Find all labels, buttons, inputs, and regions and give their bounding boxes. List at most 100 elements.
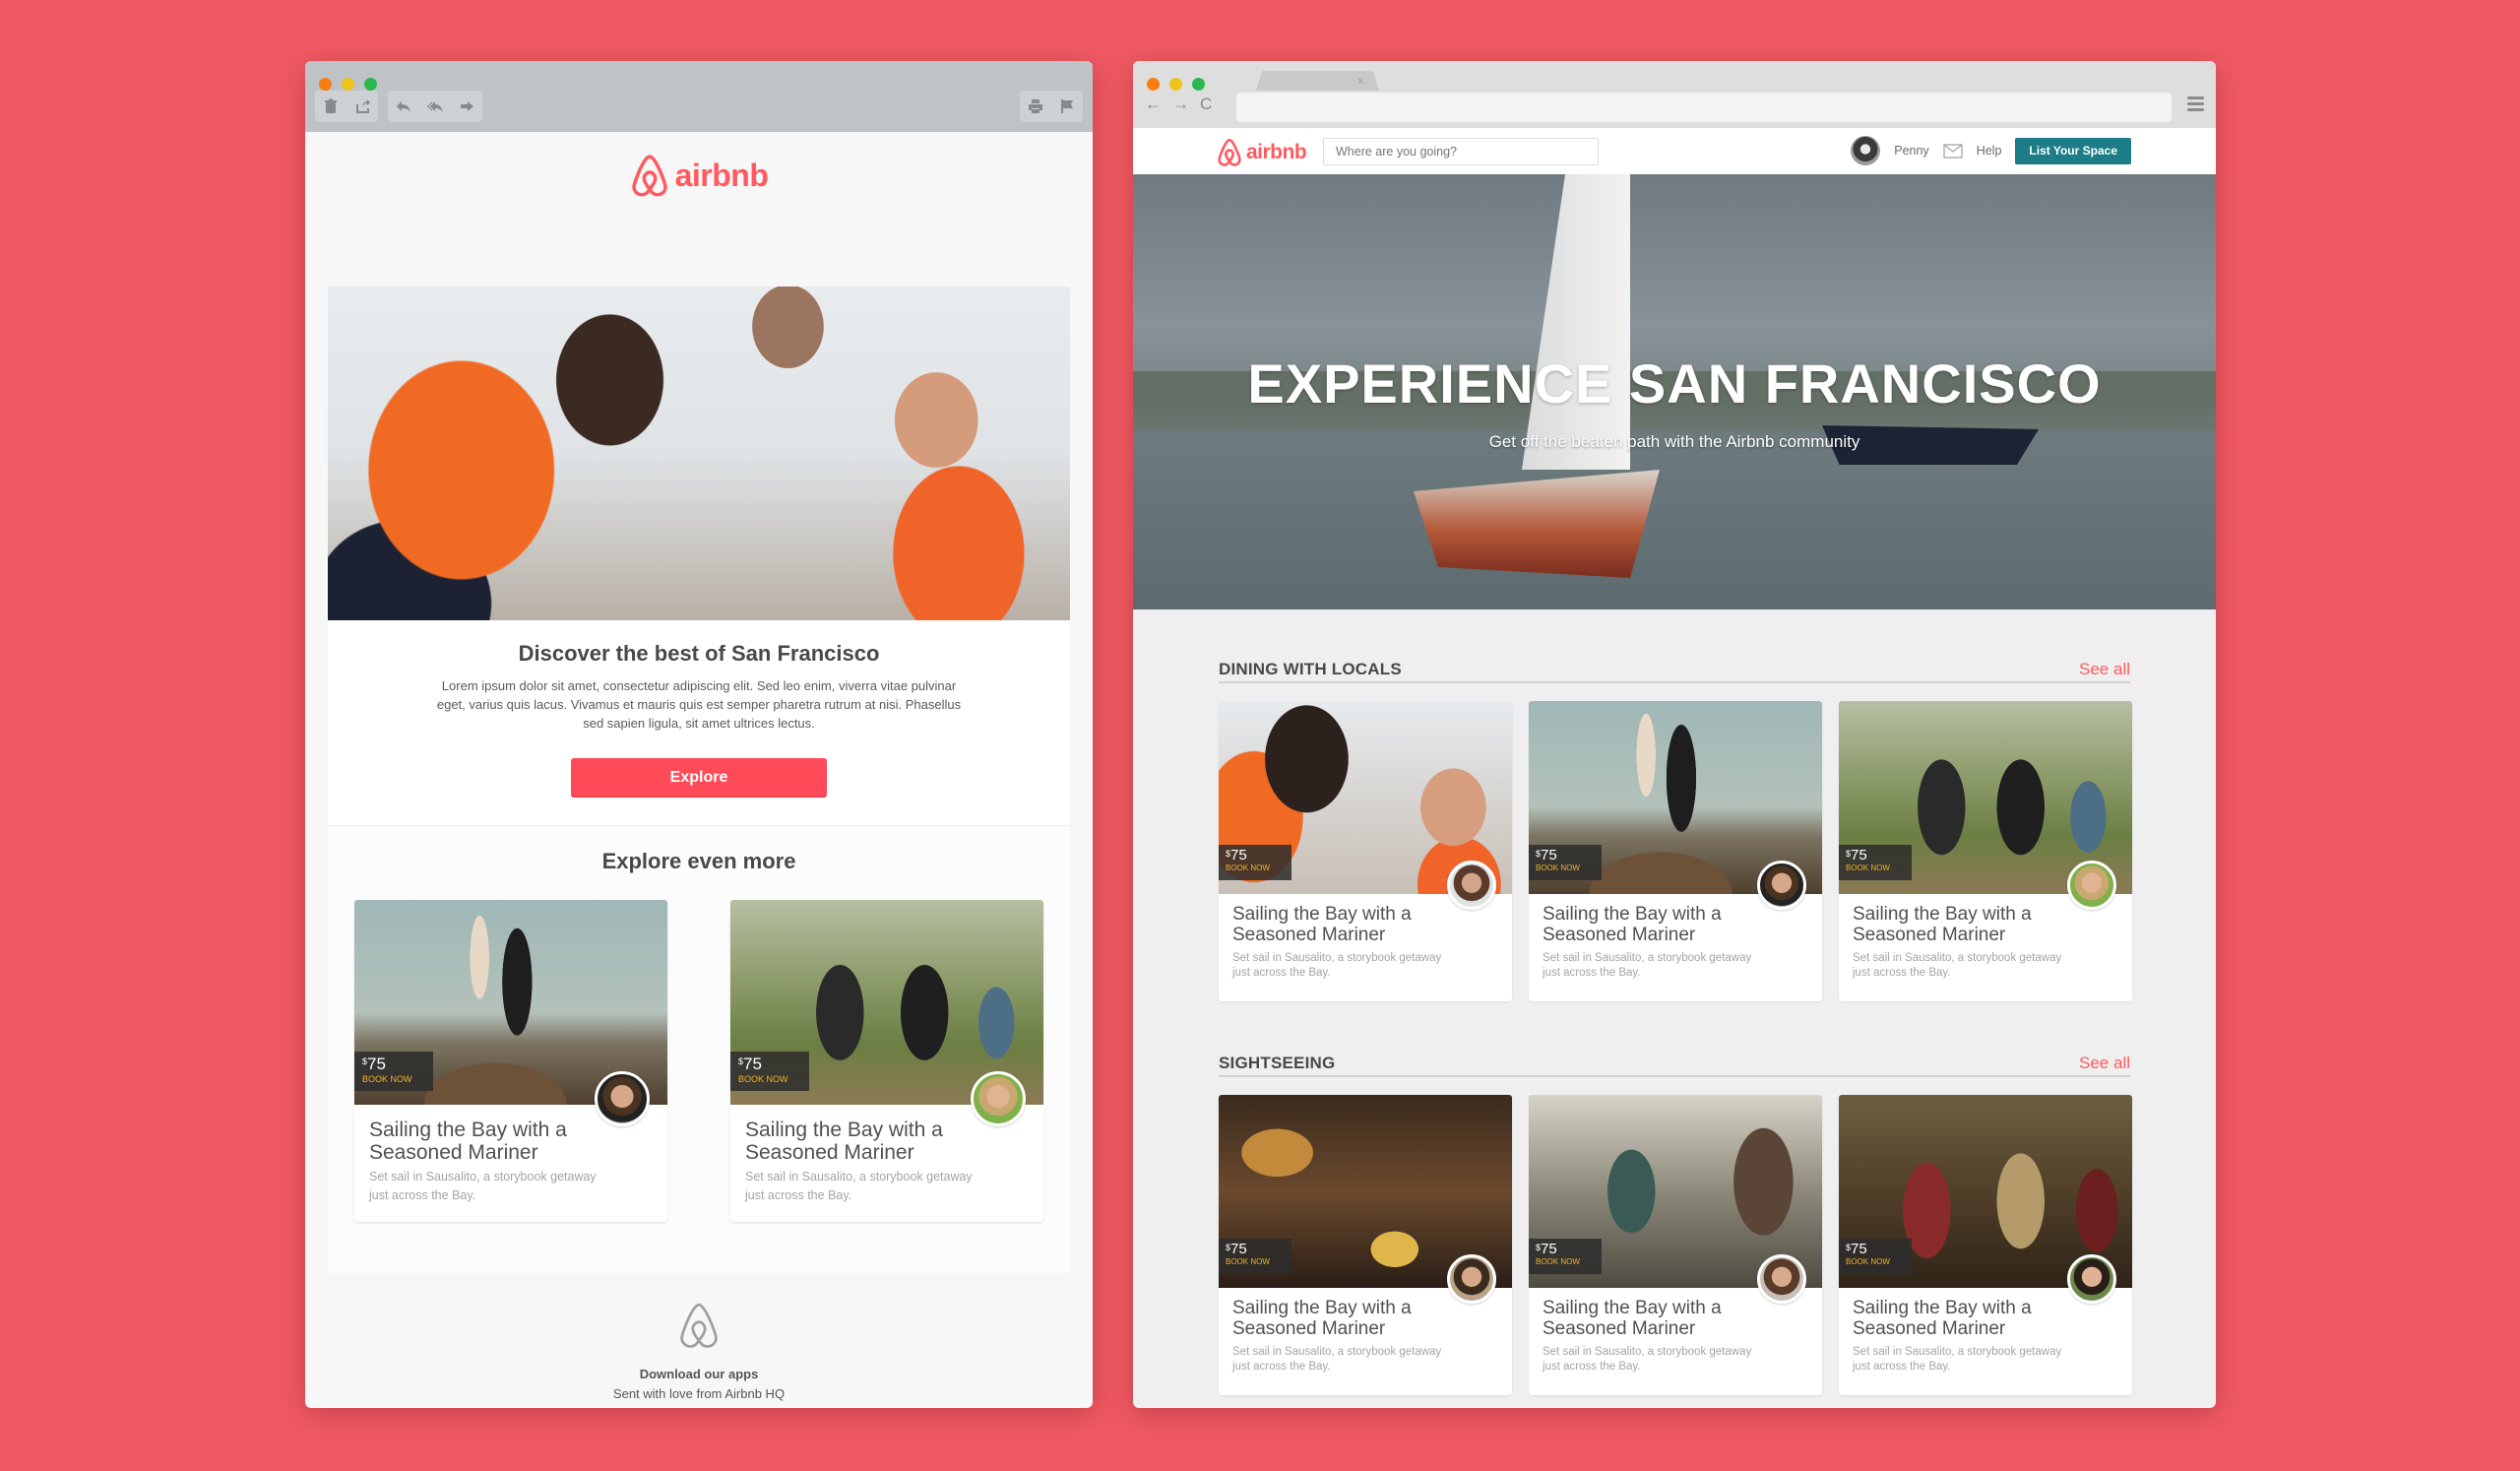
book-now-label[interactable]: BOOK NOW [1536,1257,1602,1267]
user-avatar[interactable] [1851,136,1881,165]
tab-close-icon[interactable]: x [1358,75,1364,87]
price: $75 [1536,847,1557,863]
host-avatar[interactable] [2067,1254,2116,1304]
price-tag[interactable]: $75 BOOK NOW [1529,845,1602,880]
book-now-label[interactable]: BOOK NOW [362,1073,433,1085]
email-toolbar [305,61,1093,132]
reply-all-icon[interactable] [419,91,451,122]
experience-card[interactable]: $75 BOOK NOW Sailing the Bay with a Seasone… [1529,1095,1822,1395]
price-tag[interactable]: $75 BOOK NOW [1839,845,1912,880]
browser-chrome: x ← → C [1133,61,2216,128]
host-avatar[interactable] [595,1071,650,1126]
browser-window: x ← → C airbnb Penny Help List Your Spac… [1133,61,2216,1408]
card-description: Set sail in Sausalito, a storybook getaw… [369,1170,597,1202]
price: $75 [362,1055,386,1073]
site-header: airbnb Penny Help List Your Space [1133,128,2216,174]
see-all-link[interactable]: See all [2079,660,2130,679]
book-now-label[interactable]: BOOK NOW [1226,1257,1292,1267]
experience-card[interactable]: $75 BOOK NOW Sailing the Bay with a Seasone… [1529,701,1822,1001]
section-title: DINING WITH LOCALS [1219,660,1402,678]
hero-boat-hull [1414,470,1660,578]
site-logo[interactable]: airbnb [1217,138,1307,166]
price-tag[interactable]: $75 BOOK NOW [730,1052,809,1091]
body-line: eget, varius quis lacus. Vivamus et maur… [436,697,962,712]
host-avatar[interactable] [971,1071,1026,1126]
host-avatar[interactable] [1447,861,1496,910]
section-title: SIGHTSEEING [1219,1054,1336,1072]
forward-icon[interactable] [451,91,482,122]
search-input[interactable] [1323,138,1599,165]
experience-card[interactable]: $75 BOOK NOW Sailing the Bay with a Seasone… [1219,1095,1512,1395]
card-title: Sailing the Bay with a Seasoned Mariner [1543,904,1722,945]
minimize-window-button[interactable] [342,78,354,91]
explore-button[interactable]: Explore [571,758,827,797]
card-description: Set sail in Sausalito, a storybook getaw… [1543,1346,1752,1373]
close-window-button[interactable] [319,78,332,91]
mail-icon[interactable] [1943,143,1963,159]
experience-card[interactable]: $75 BOOK NOW Sailing the Bay with a Seasone… [1839,701,2132,1001]
card-title: Sailing the Bay with a Seasoned Mariner [745,1119,943,1164]
price-tag[interactable]: $75 BOOK NOW [1529,1239,1602,1274]
window-controls [1147,78,1205,91]
hero-image-group-photo [328,287,1070,620]
browser-tab[interactable]: x [1256,71,1379,91]
user-name[interactable]: Penny [1894,144,1928,158]
hamburger-menu-icon[interactable] [2187,96,2204,111]
card-description: Set sail in Sausalito, a storybook getaw… [1853,1346,2062,1373]
back-arrow-icon[interactable]: ← [1145,95,1162,114]
maximize-window-button[interactable] [364,78,377,91]
forward-arrow-icon[interactable]: → [1172,95,1189,114]
email-body-text: Lorem ipsum dolor sit amet, consectetur … [328,676,1070,733]
email-preferences-link[interactable]: Email preferences [648,1406,751,1408]
explore-more-title: Explore even more [601,849,796,873]
close-window-button[interactable] [1147,78,1160,91]
section-header-sightseeing: SIGHTSEEING See all [1219,1050,2130,1077]
share-icon[interactable] [346,91,378,122]
card-title: Sailing the Bay with a Seasoned Mariner [369,1119,567,1164]
address-bar[interactable] [1236,93,2172,122]
book-now-label[interactable]: BOOK NOW [1226,863,1292,873]
flag-icon[interactable] [1051,91,1083,122]
price-tag[interactable]: $75 BOOK NOW [354,1052,433,1091]
print-icon[interactable] [1020,91,1051,122]
header-right: Penny Help List Your Space [1851,136,2131,165]
book-now-label[interactable]: BOOK NOW [1846,863,1912,873]
experience-card[interactable]: $75 BOOK NOW Sailing the Bay with a Seasone… [1839,1095,2132,1395]
hero-title: EXPERIENCE SAN FRANCISCO [1247,352,2102,415]
host-avatar[interactable] [1447,1254,1496,1304]
card-title: Sailing the Bay with a Seasoned Mariner [1232,904,1412,945]
reply-icon[interactable] [388,91,419,122]
body-line: sed sapien ligula, sit amet ultrices lec… [583,716,815,731]
experience-card[interactable]: $75 BOOK NOW Sailing the Bay with a Seasone… [1219,701,1512,1001]
maximize-window-button[interactable] [1192,78,1205,91]
card-description: Set sail in Sausalito, a storybook getaw… [1232,1346,1442,1373]
experience-card[interactable]: $75 BOOK NOW Sailing the Bay with a Seaso… [730,900,1043,1222]
host-avatar[interactable] [1757,1254,1806,1304]
see-all-link[interactable]: See all [2079,1054,2130,1073]
card-description: Set sail in Sausalito, a storybook getaw… [1543,952,1752,979]
experience-card[interactable]: $75 BOOK NOW Sailing the Bay with a Seaso… [354,900,667,1222]
book-now-label[interactable]: BOOK NOW [738,1073,809,1085]
book-now-label[interactable]: BOOK NOW [1846,1257,1912,1267]
host-avatar[interactable] [1757,861,1806,910]
email-client-window: airbnb Discover the best of San Francisc… [305,61,1093,1408]
trash-icon[interactable] [315,91,346,122]
reload-icon[interactable]: C [1200,95,1212,114]
help-link[interactable]: Help [1977,144,2002,158]
hero-banner-sailboat: EXPERIENCE SAN FRANCISCO Get off the bea… [1133,174,2216,609]
price-tag[interactable]: $75 BOOK NOW [1219,845,1292,880]
minimize-window-button[interactable] [1169,78,1182,91]
card-description: Set sail in Sausalito, a storybook getaw… [1232,952,1442,979]
price-tag[interactable]: $75 BOOK NOW [1839,1239,1912,1274]
host-avatar[interactable] [2067,861,2116,910]
airbnb-logo-icon [631,155,667,197]
hero-subtitle: Get off the beaten path with the Airbnb … [1488,432,1860,451]
price-tag[interactable]: $75 BOOK NOW [1219,1239,1292,1274]
book-now-label[interactable]: BOOK NOW [1536,863,1602,873]
logo-wordmark: airbnb [674,157,769,193]
list-your-space-button[interactable]: List Your Space [2015,137,2131,164]
price: $75 [1846,847,1867,863]
airbnb-logo-icon [1218,138,1241,166]
card-title: Sailing the Bay with a Seasoned Mariner [1853,1298,2032,1339]
download-apps-text: Download our apps [639,1367,759,1381]
